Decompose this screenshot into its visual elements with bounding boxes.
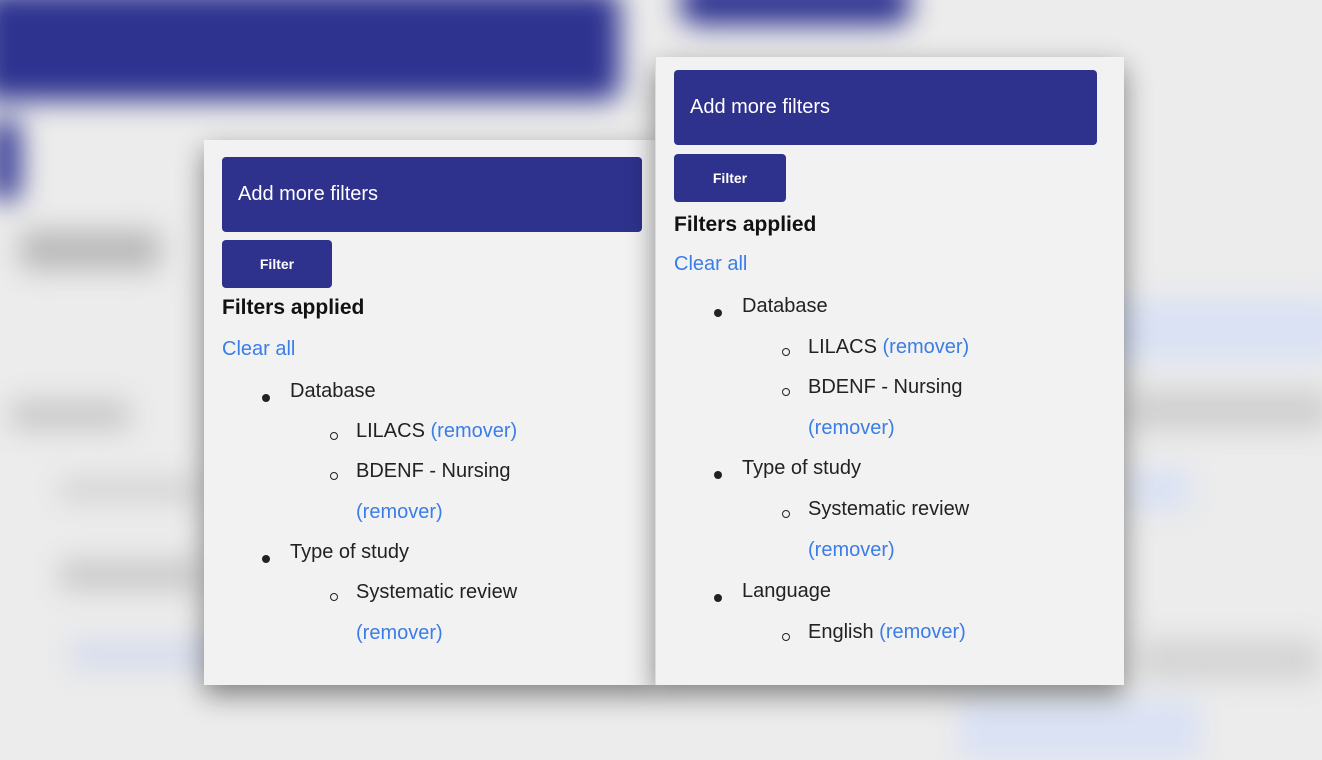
remove-link[interactable]: (remover) <box>883 336 970 358</box>
filter-item-bdenf: BDENF - Nursing <box>808 376 963 398</box>
filter-panel-right: Add more filters Filter Filters applied … <box>655 57 1124 685</box>
filter-item-english: English (remover) <box>808 621 966 644</box>
remove-link[interactable]: (remover) <box>356 622 443 645</box>
filter-item-bdenf: BDENF - Nursing <box>356 460 511 482</box>
clear-all-link[interactable]: Clear all <box>222 338 295 361</box>
filter-panel-left: Add more filters Filter Filters applied … <box>204 140 656 685</box>
group-language: Language <box>742 580 831 602</box>
bullet-icon <box>262 394 270 402</box>
filter-item-label: LILACS <box>808 336 877 358</box>
clear-all-link[interactable]: Clear all <box>674 253 747 276</box>
group-type-of-study: Type of study <box>290 541 409 563</box>
sub-bullet-icon <box>330 432 338 440</box>
group-database: Database <box>742 295 828 317</box>
filter-item-systematic-review: Systematic review <box>808 498 970 520</box>
bullet-icon <box>714 309 722 317</box>
sub-bullet-icon <box>782 348 790 356</box>
filter-button[interactable]: Filter <box>222 240 332 288</box>
filter-item-label: English <box>808 621 874 643</box>
remove-link[interactable]: (remover) <box>431 420 518 442</box>
sub-bullet-icon <box>782 388 790 396</box>
filter-item-lilacs: LILACS (remover) <box>356 420 517 443</box>
filter-item-systematic-review: Systematic review <box>356 581 518 603</box>
sub-bullet-icon <box>330 472 338 480</box>
add-more-filters-bar[interactable]: Add more filters <box>222 157 642 232</box>
bullet-icon <box>714 594 722 602</box>
bullet-icon <box>262 555 270 563</box>
filters-applied-heading: Filters applied <box>674 213 817 236</box>
sub-bullet-icon <box>782 633 790 641</box>
filter-item-lilacs: LILACS (remover) <box>808 336 969 359</box>
filters-applied-heading: Filters applied <box>222 296 365 319</box>
remove-link[interactable]: (remover) <box>808 539 895 562</box>
remove-link[interactable]: (remover) <box>879 621 966 643</box>
filter-item-label: LILACS <box>356 420 425 442</box>
bullet-icon <box>714 471 722 479</box>
filter-button[interactable]: Filter <box>674 154 786 202</box>
remove-link[interactable]: (remover) <box>808 417 895 440</box>
group-type-of-study: Type of study <box>742 457 861 479</box>
remove-link[interactable]: (remover) <box>356 501 443 524</box>
sub-bullet-icon <box>782 510 790 518</box>
sub-bullet-icon <box>330 593 338 601</box>
group-database: Database <box>290 380 376 402</box>
add-more-filters-bar[interactable]: Add more filters <box>674 70 1097 145</box>
